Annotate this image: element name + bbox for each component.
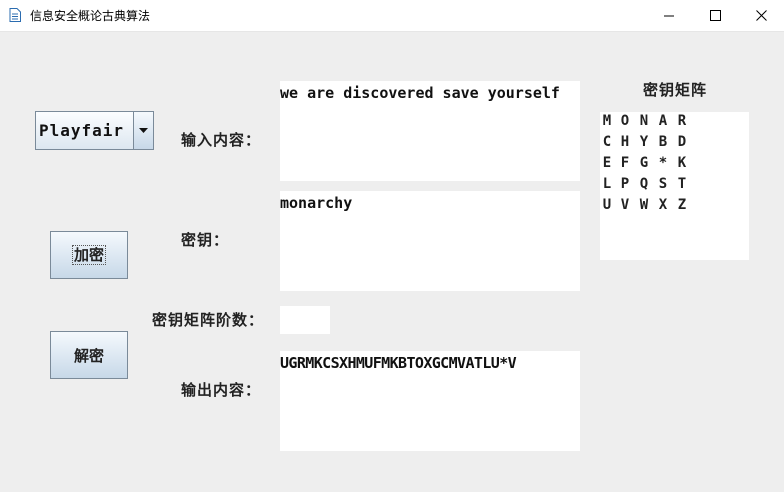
matrix-cell: Y [639,134,649,150]
dropdown-button[interactable] [133,112,153,149]
matrix-cell: M [602,113,612,129]
algorithm-select[interactable]: Playfair [35,111,154,150]
input-textarea[interactable]: we are discovered save yourself [280,81,580,181]
minimize-icon [664,15,674,16]
key-label: 密钥： [181,231,230,249]
matrix-cell: O [620,113,630,129]
key-textarea[interactable]: monarchy [280,191,580,291]
matrix-cell: A [658,113,668,129]
input-label: 输入内容： [181,131,262,149]
matrix-cell: B [658,134,668,150]
maximize-icon [709,10,721,21]
matrix-order-field[interactable] [280,306,330,334]
matrix-cell: Z [677,197,687,213]
matrix-cell: Q [639,176,649,192]
matrix-cell: U [602,197,612,213]
matrix-cell: T [677,176,687,192]
matrix-cell: X [658,197,668,213]
matrix-cell: L [602,176,612,192]
decrypt-button[interactable]: 解密 [50,331,128,379]
key-matrix: M O N A R C H Y B D E F G * K L P Q S T … [600,112,749,260]
close-icon [755,10,767,21]
matrix-order-label: 密钥矩阵阶数： [152,311,265,329]
matrix-cell: F [620,155,630,171]
input-text: we are discovered save yourself [280,84,560,102]
output-label: 输出内容： [181,381,262,399]
output-text: UGRMKCSXHMUFMKBTOXGCMVATLU*V [280,354,517,372]
document-icon [9,8,21,22]
decrypt-button-label: 解密 [73,346,104,365]
key-text: monarchy [280,194,353,212]
matrix-cell: P [620,176,630,192]
matrix-cell: N [639,113,649,129]
matrix-cell: G [639,155,649,171]
maximize-button[interactable] [692,0,738,31]
matrix-cell: D [677,134,687,150]
output-textarea[interactable]: UGRMKCSXHMUFMKBTOXGCMVATLU*V [280,351,580,451]
title-bar: 信息安全概论古典算法 [0,0,784,32]
close-button[interactable] [738,0,784,31]
encrypt-button-label: 加密 [71,245,106,265]
matrix-cell: K [677,155,687,171]
matrix-cell: V [620,197,630,213]
algorithm-select-value: Playfair [39,121,125,140]
matrix-cell: S [658,176,668,192]
matrix-title: 密钥矩阵 [643,81,708,99]
encrypt-button[interactable]: 加密 [50,231,128,279]
chevron-down-icon [139,128,148,133]
matrix-cell: R [677,113,687,129]
matrix-cell: C [602,134,612,150]
matrix-cell: * [658,155,668,171]
window-title: 信息安全概论古典算法 [30,9,151,23]
matrix-cell: E [602,155,612,171]
minimize-button[interactable] [646,0,692,31]
matrix-cell: W [639,197,649,213]
matrix-cell: H [620,134,630,150]
